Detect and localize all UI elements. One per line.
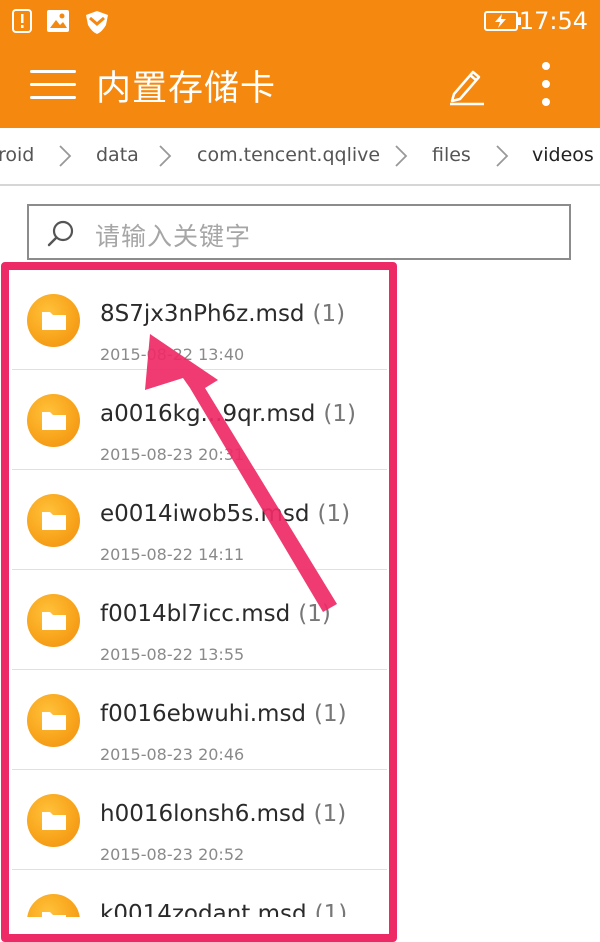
file-name: f0014bl7icc.msd (1) xyxy=(100,601,331,627)
folder-icon xyxy=(27,294,80,347)
chevron-right-icon xyxy=(395,145,408,167)
edit-pencil-icon[interactable] xyxy=(446,64,486,106)
battery-charging-icon xyxy=(484,11,521,31)
folder-icon xyxy=(27,794,80,847)
folder-icon xyxy=(27,394,80,447)
chevron-right-icon xyxy=(59,145,72,167)
breadcrumb-item[interactable]: data xyxy=(96,144,139,166)
list-item[interactable]: k0014zodant.msd (1) xyxy=(0,870,600,917)
file-name: h0016lonsh6.msd (1) xyxy=(100,801,347,827)
file-date: 2015-08-22 13:40 xyxy=(100,345,245,364)
file-name: f0016ebwuhi.msd (1) xyxy=(100,701,347,727)
list-item[interactable]: f0016ebwuhi.msd (1) 2015-08-23 20:46 xyxy=(0,670,600,770)
breadcrumb-item[interactable]: files xyxy=(432,144,471,166)
list-item[interactable]: h0016lonsh6.msd (1) 2015-08-23 20:52 xyxy=(0,770,600,870)
file-name: 8S7jx3nPh6z.msd (1) xyxy=(100,301,346,327)
search-box[interactable]: 请输入关键字 xyxy=(27,204,571,260)
file-name: k0014zodant.msd (1) xyxy=(100,901,348,917)
breadcrumb-item-current[interactable]: videos xyxy=(532,144,594,166)
overflow-menu-icon[interactable] xyxy=(540,62,552,110)
alert-notification-icon xyxy=(12,9,32,33)
status-time: 17:54 xyxy=(518,7,588,35)
hamburger-menu-icon[interactable] xyxy=(30,68,76,102)
list-item[interactable]: 8S7jx3nPh6z.msd (1) 2015-08-22 13:40 xyxy=(0,270,600,370)
file-date: 2015-08-23 20:46 xyxy=(100,745,245,764)
chevron-right-icon xyxy=(496,145,509,167)
breadcrumb-item[interactable]: com.tencent.qqlive xyxy=(197,144,380,166)
folder-icon xyxy=(27,894,80,917)
folder-icon xyxy=(27,694,80,747)
folder-icon xyxy=(27,594,80,647)
shield-notification-icon xyxy=(86,11,108,34)
file-date: 2015-08-23 20:31 xyxy=(100,445,245,464)
list-item[interactable]: f0014bl7icc.msd (1) 2015-08-22 13:55 xyxy=(0,570,600,670)
file-name: a0016kg...9qr.msd (1) xyxy=(100,401,356,427)
breadcrumb-item[interactable]: roid xyxy=(0,144,34,166)
folder-icon xyxy=(27,494,80,547)
page-title: 内置存储卡 xyxy=(96,69,277,109)
search-icon xyxy=(47,220,74,247)
status-bar: 17:54 xyxy=(0,0,600,42)
file-date: 2015-08-22 14:11 xyxy=(100,545,245,564)
file-date: 2015-08-22 13:55 xyxy=(100,645,245,664)
file-name: e0014iwob5s.msd (1) xyxy=(100,501,351,527)
chevron-right-icon xyxy=(159,145,172,167)
image-notification-icon xyxy=(47,10,69,32)
action-bar: 内置存储卡 xyxy=(0,42,600,128)
list-item[interactable]: a0016kg...9qr.msd (1) 2015-08-23 20:31 xyxy=(0,370,600,470)
file-date: 2015-08-23 20:52 xyxy=(100,845,245,864)
list-item[interactable]: e0014iwob5s.msd (1) 2015-08-22 14:11 xyxy=(0,470,600,570)
breadcrumb: roid data com.tencent.qqlive files video… xyxy=(0,128,600,186)
search-input-placeholder[interactable]: 请输入关键字 xyxy=(95,217,251,253)
